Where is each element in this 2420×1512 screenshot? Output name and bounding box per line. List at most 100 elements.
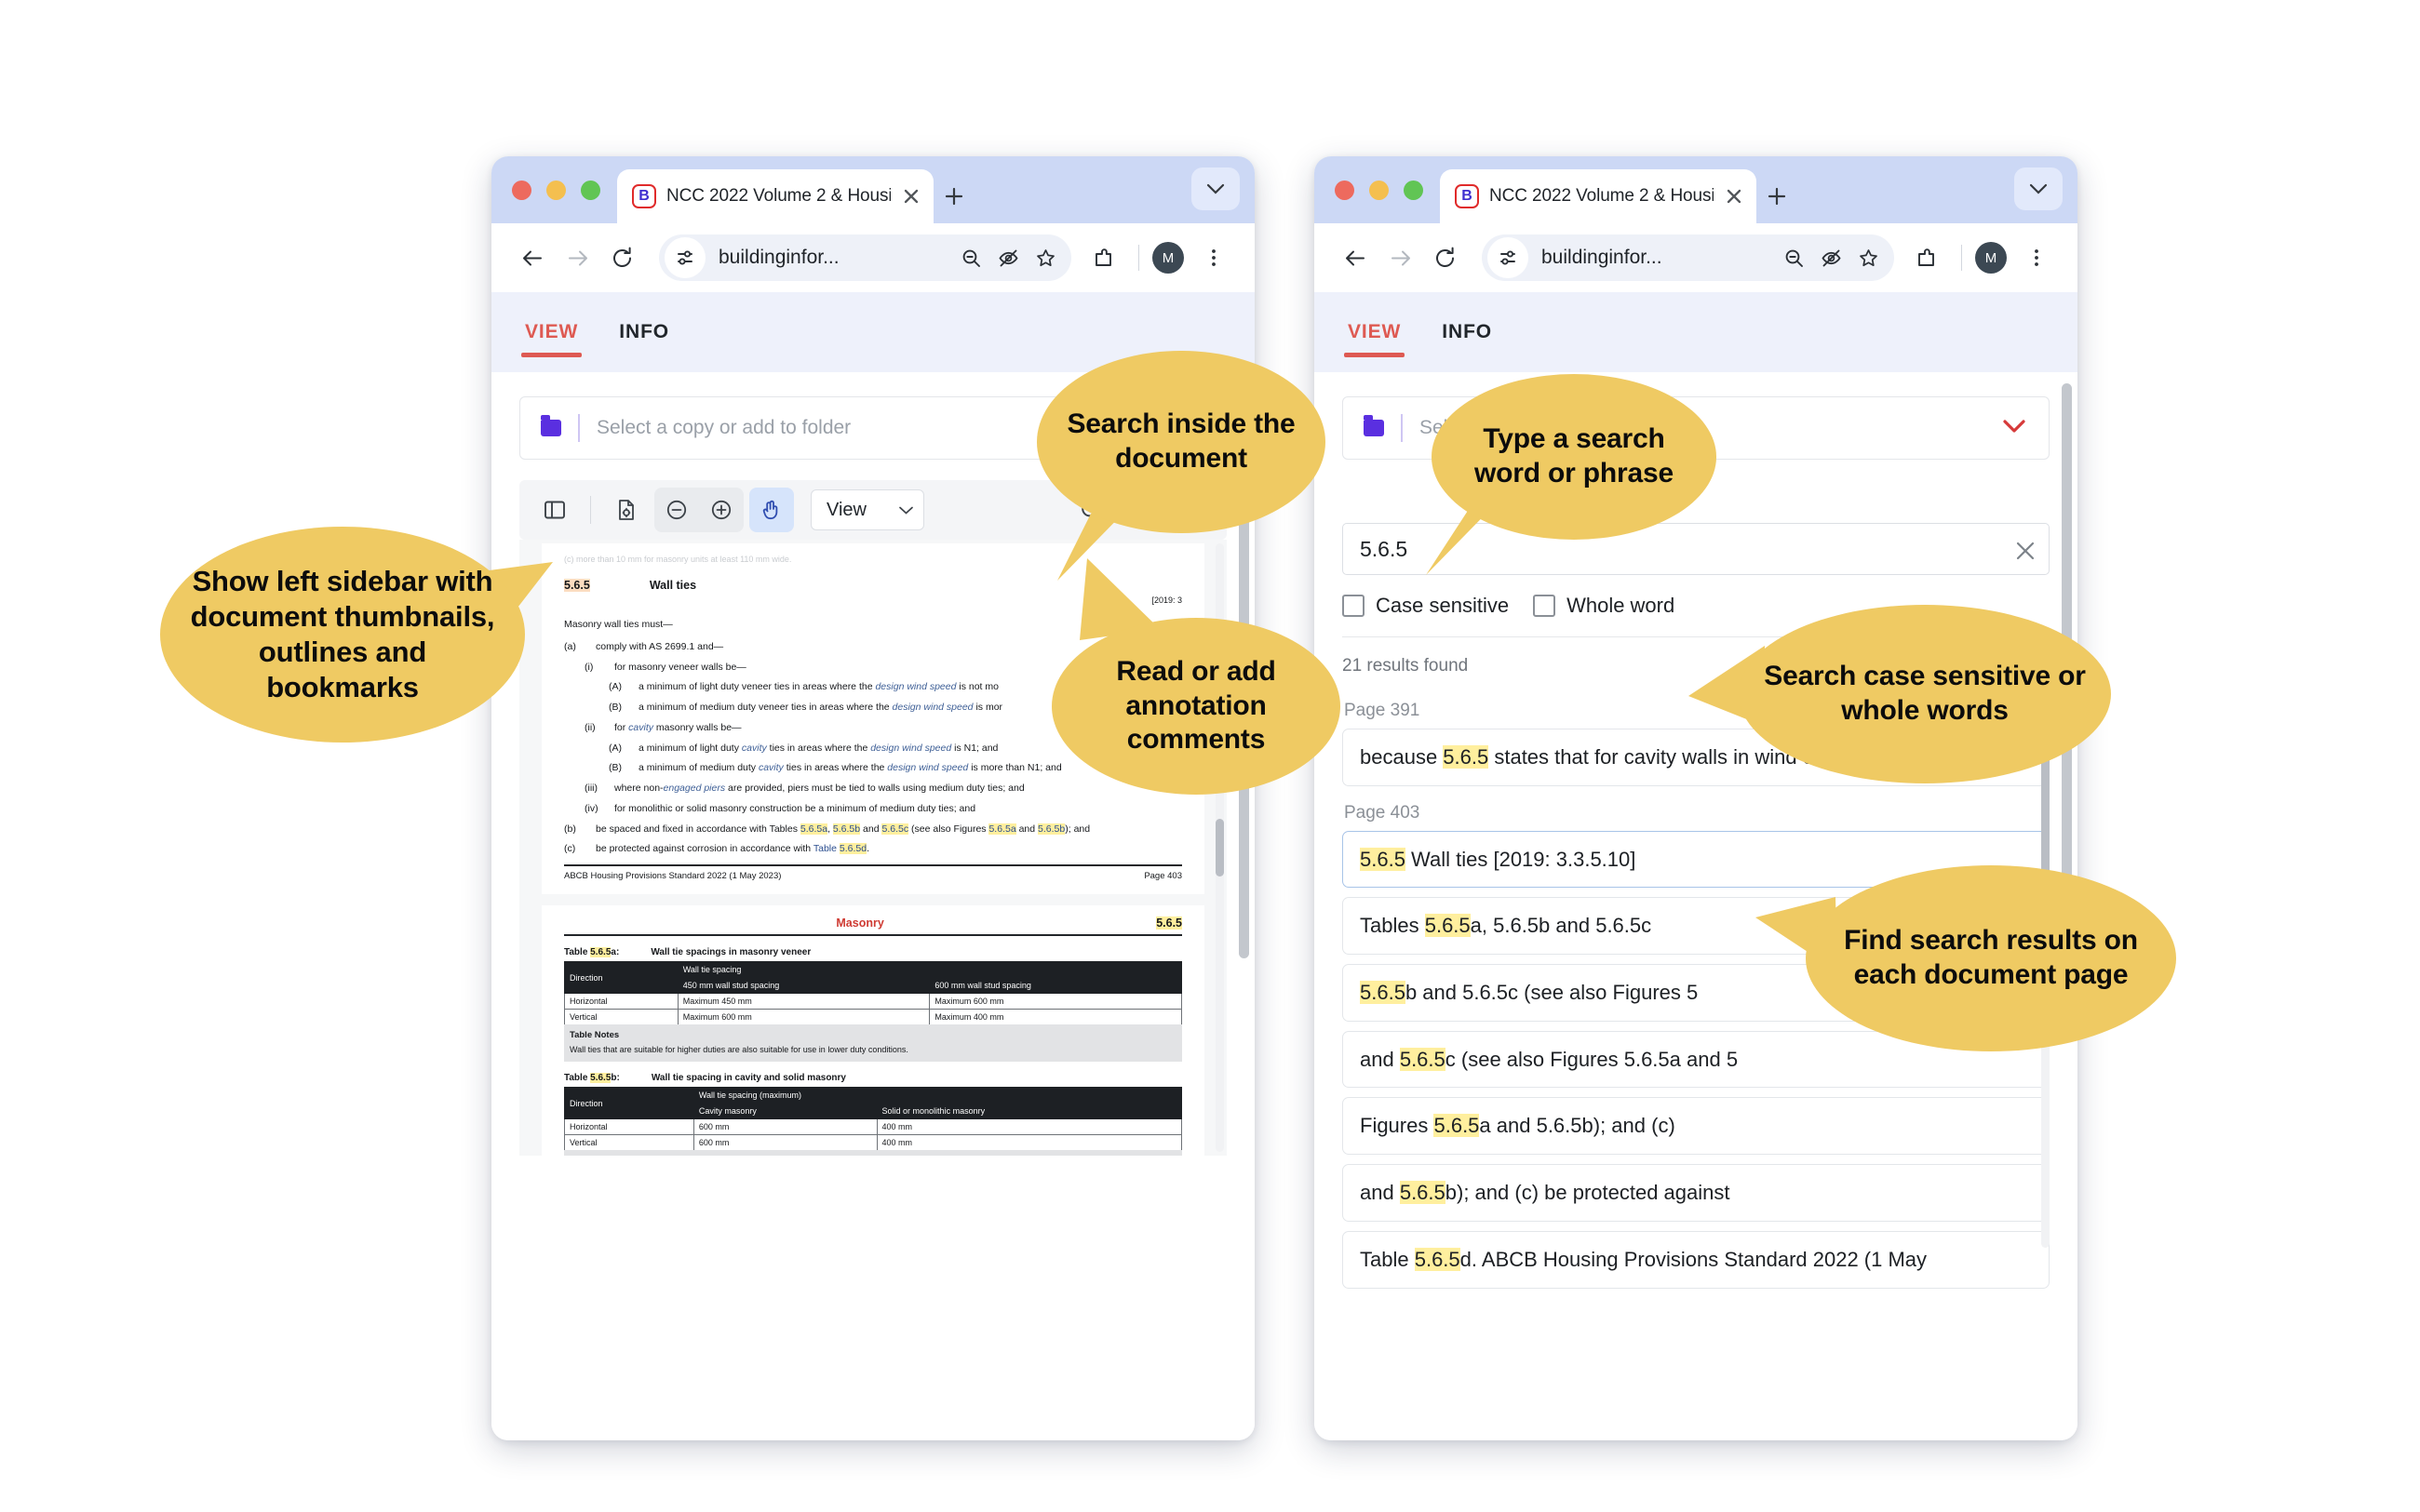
table-b-notes: Table Notes Wall ties that are suitable … — [564, 1150, 1182, 1156]
folder-chevron-down-icon[interactable] — [2000, 417, 2028, 440]
address-bar[interactable]: buildinginfor... — [659, 234, 1071, 281]
maximize-window-button[interactable] — [1404, 180, 1423, 200]
tab-view[interactable]: VIEW — [1344, 292, 1405, 372]
table-cell: Maximum 450 mm — [677, 993, 931, 1010]
maximize-window-button[interactable] — [581, 180, 600, 200]
table-cell: 600 mm — [692, 1118, 878, 1135]
table-b-title: Wall tie spacing in cavity and solid mas… — [651, 1073, 846, 1083]
whole-word-checkbox[interactable] — [1533, 595, 1556, 617]
browser-window-right: B NCC 2022 Volume 2 & Housin buildinginf… — [1314, 156, 2077, 1440]
address-bar[interactable]: buildinginfor... — [1482, 234, 1894, 281]
result-hit: 5.6.5 — [1399, 1047, 1445, 1071]
table-a-caption: Table 5.6.5a: Wall tie spacings in mason… — [564, 947, 1182, 957]
view-mode-label: View — [827, 499, 867, 520]
hide-eye-icon[interactable] — [1812, 239, 1849, 276]
item-text: for cavity masonry walls be— — [614, 721, 742, 733]
tab-view[interactable]: VIEW — [521, 292, 583, 372]
tab-info[interactable]: INFO — [615, 292, 673, 372]
pdf-scrollbar-thumb[interactable] — [1216, 819, 1224, 876]
toggle-sidebar-icon[interactable] — [532, 488, 577, 532]
profile-avatar[interactable]: M — [1152, 242, 1184, 274]
extensions-icon[interactable] — [1903, 235, 1948, 280]
search-input-value: 5.6.5 — [1360, 536, 1408, 561]
bookmark-star-icon[interactable] — [1849, 239, 1887, 276]
table-cell: 400 mm — [876, 1134, 1183, 1151]
browser-tab[interactable]: B NCC 2022 Volume 2 & Housin — [1440, 169, 1756, 223]
forward-button[interactable] — [555, 235, 599, 280]
search-result-item[interactable]: Figures 5.6.5a and 5.6.5b); and (c) — [1342, 1097, 2050, 1156]
extensions-icon[interactable] — [1081, 235, 1125, 280]
result-post: d. ABCB Housing Provisions Standard 2022… — [1459, 1247, 1928, 1271]
case-sensitive-checkbox[interactable] — [1342, 595, 1365, 617]
folder-icon — [1364, 415, 1384, 436]
table-header-cell: Solid or monolithic masonry — [876, 1103, 1183, 1119]
callout-type-search-word: Type a search word or phrase — [1432, 374, 1716, 540]
new-tab-button[interactable] — [1756, 169, 1797, 223]
table-b-caption: Table 5.6.5b: Wall tie spacing in cavity… — [564, 1073, 1182, 1083]
item-text: be spaced and fixed in accordance with T… — [596, 823, 1091, 835]
result-hit: 5.6.5 — [1399, 1181, 1445, 1205]
reload-button[interactable] — [1422, 235, 1467, 280]
case-sensitive-option[interactable]: Case sensitive — [1342, 594, 1509, 618]
item-marker: (c) — [564, 843, 576, 855]
page-section-title: Masonry — [836, 917, 884, 930]
table-header-cell: Wall tie spacing (maximum) — [692, 1087, 1183, 1104]
close-search-icon[interactable] — [2007, 532, 2044, 569]
zoom-search-icon[interactable] — [952, 239, 989, 276]
close-window-button[interactable] — [512, 180, 531, 200]
table-cell: Horizontal — [564, 1118, 694, 1135]
tab-list-chevron-down-icon[interactable] — [1191, 167, 1240, 210]
document-properties-icon[interactable] — [604, 488, 649, 532]
table-row: Horizontal 600 mm 400 mm — [564, 1118, 1183, 1135]
zoom-out-icon[interactable] — [654, 488, 699, 532]
case-sensitive-label: Case sensitive — [1376, 594, 1510, 617]
browser-tab[interactable]: B NCC 2022 Volume 2 & Housin — [617, 169, 934, 223]
new-tab-button[interactable] — [934, 169, 975, 223]
site-settings-icon[interactable] — [1487, 237, 1528, 278]
view-mode-select[interactable]: View — [811, 489, 924, 530]
hand-tool-icon[interactable] — [749, 488, 794, 532]
result-pre: Table — [1360, 1247, 1415, 1271]
table-row: Vertical Maximum 600 mm Maximum 400 mm — [564, 1009, 1182, 1025]
footer-left: ABCB Housing Provisions Standard 2022 (1… — [564, 871, 782, 881]
minimize-window-button[interactable] — [1369, 180, 1389, 200]
screenshot-stage: B NCC 2022 Volume 2 & Housin buildinginf… — [0, 0, 2420, 1512]
back-button[interactable] — [1333, 235, 1378, 280]
traffic-lights-left — [512, 156, 617, 223]
browser-menu-icon[interactable] — [2014, 235, 2059, 280]
result-hit: 5.6.5 — [1360, 981, 1405, 1005]
table-cell: Maximum 600 mm — [929, 993, 1182, 1010]
tab-info[interactable]: INFO — [1438, 292, 1496, 372]
close-tab-icon[interactable] — [1724, 186, 1744, 207]
result-pre: and — [1360, 1181, 1400, 1205]
browser-toolbar-left: buildinginfor... M — [491, 223, 1255, 292]
table-5-6-5a: Direction Wall tie spacing 450 mm wall st… — [564, 961, 1183, 1025]
folder-icon — [541, 415, 561, 436]
table-cell: Maximum 400 mm — [929, 1009, 1182, 1025]
pdf-page-404: 5.6.5 Masonry Table 5.6.5a: Wall tie spa… — [542, 905, 1204, 1156]
profile-avatar[interactable]: M — [1975, 242, 2007, 274]
zoom-in-icon[interactable] — [699, 488, 744, 532]
tab-list-chevron-down-icon[interactable] — [2014, 167, 2063, 210]
site-settings-icon[interactable] — [665, 237, 706, 278]
browser-menu-icon[interactable] — [1191, 235, 1236, 280]
address-bar-url: buildinginfor... — [719, 247, 840, 268]
bookmark-star-icon[interactable] — [1027, 239, 1064, 276]
back-button[interactable] — [510, 235, 555, 280]
result-hit: 5.6.5 — [1433, 1114, 1480, 1138]
close-tab-icon[interactable] — [901, 186, 921, 207]
app-tabbar-right: VIEW INFO — [1314, 292, 2077, 372]
hide-eye-icon[interactable] — [989, 239, 1027, 276]
browser-actions-right: M — [1903, 235, 2059, 280]
table-cell: Vertical — [564, 1009, 679, 1025]
search-result-item[interactable]: and 5.6.5b); and (c) be protected agains… — [1342, 1164, 2050, 1222]
close-window-button[interactable] — [1335, 180, 1354, 200]
whole-word-option[interactable]: Whole word — [1533, 594, 1674, 618]
zoom-search-icon[interactable] — [1775, 239, 1812, 276]
reload-button[interactable] — [599, 235, 644, 280]
minimize-window-button[interactable] — [546, 180, 566, 200]
forward-button[interactable] — [1378, 235, 1422, 280]
item-marker: (ii) — [585, 721, 596, 733]
item-marker: (b) — [564, 823, 576, 835]
search-result-item[interactable]: Table 5.6.5d. ABCB Housing Provisions St… — [1342, 1230, 2050, 1289]
